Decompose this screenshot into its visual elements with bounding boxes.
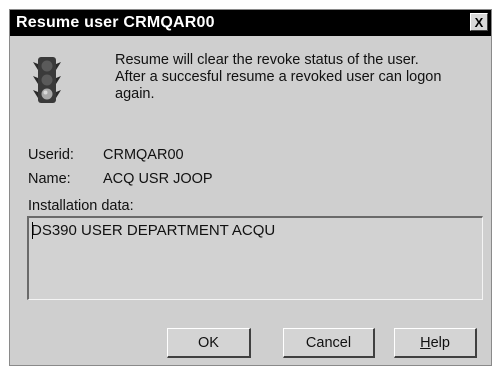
help-mnemonic: H bbox=[420, 334, 431, 351]
title-bar[interactable]: Resume user CRMQAR00 X bbox=[10, 10, 491, 36]
installation-data-field[interactable]: DS390 USER DEPARTMENT ACQU bbox=[27, 216, 483, 300]
name-row: Name: ACQ USR JOOP bbox=[28, 171, 213, 188]
cancel-button[interactable]: Cancel bbox=[283, 328, 375, 358]
message-line-1: Resume will clear the revoke status of t… bbox=[115, 52, 419, 68]
traffic-light-icon bbox=[32, 56, 62, 104]
name-value: ACQ USR JOOP bbox=[103, 171, 213, 187]
message-line-2: After a succesful resume a revoked user … bbox=[115, 69, 442, 85]
ok-button[interactable]: OK bbox=[167, 328, 251, 358]
close-button[interactable]: X bbox=[470, 13, 488, 31]
userid-value: CRMQAR00 bbox=[103, 147, 184, 163]
help-label-rest: elp bbox=[430, 334, 450, 351]
userid-row: Userid: CRMQAR00 bbox=[28, 147, 184, 164]
dialog-title: Resume user CRMQAR00 bbox=[16, 14, 215, 31]
help-button[interactable]: Help bbox=[394, 328, 477, 358]
name-label: Name: bbox=[28, 171, 71, 187]
text-caret bbox=[32, 222, 33, 239]
userid-label: Userid: bbox=[28, 147, 74, 163]
installation-data-value: DS390 USER DEPARTMENT ACQU bbox=[31, 222, 276, 239]
message-text: Resume will clear the revoke status of t… bbox=[115, 52, 485, 103]
installation-data-label: Installation data: bbox=[28, 198, 134, 214]
close-icon: X bbox=[474, 14, 484, 30]
resume-user-dialog: Resume user CRMQAR00 X Resume will clear… bbox=[9, 9, 492, 366]
message-line-3: again. bbox=[115, 86, 155, 102]
